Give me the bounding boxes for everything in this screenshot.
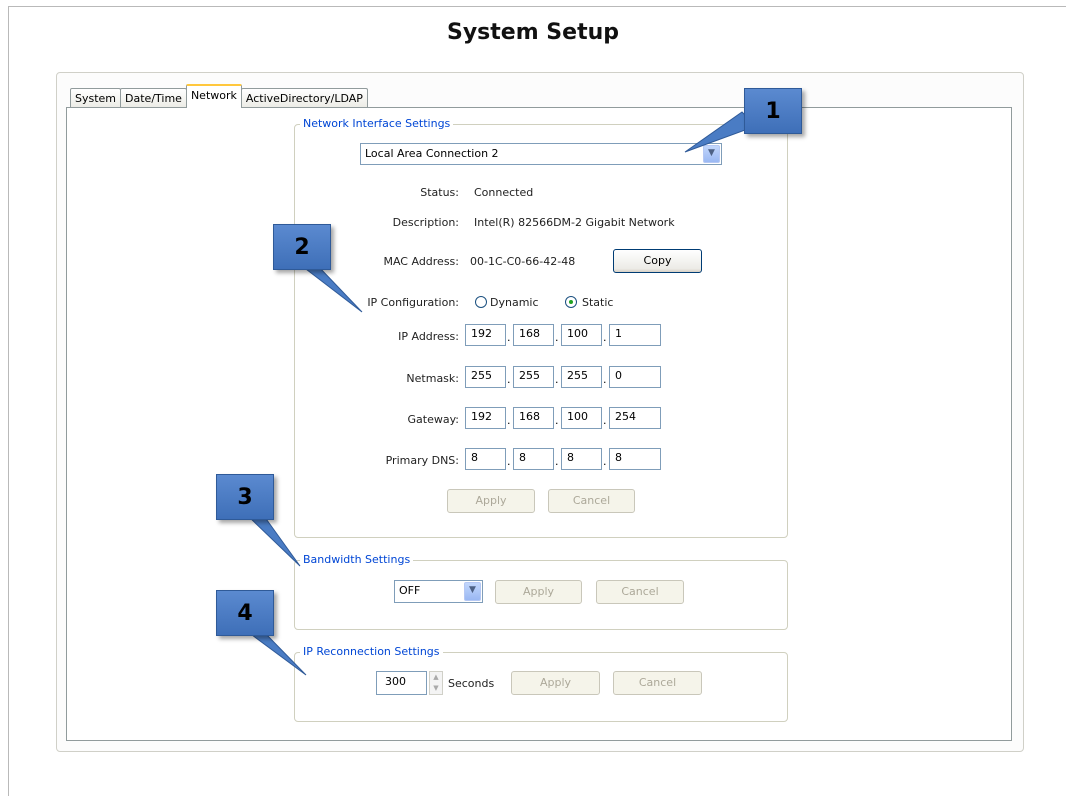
ip-address-label: IP Address: [398,330,459,343]
tab-active-directory-ldap[interactable]: ActiveDirectory/LDAP [240,88,368,108]
octet-separator: . [507,331,511,344]
bandwidth-select-value: OFF [399,584,421,597]
bandwidth-cancel-button[interactable]: Cancel [596,580,684,604]
reconnect-apply-button[interactable]: Apply [511,671,600,695]
status-value: Connected [474,186,534,199]
octet-separator: . [603,331,607,344]
octet-separator: . [555,373,559,386]
octet-separator: . [507,414,511,427]
octet-separator: . [507,455,511,468]
gateway-octet-2[interactable]: 168 [513,407,554,429]
static-radio[interactable] [565,296,577,308]
bandwidth-apply-button[interactable]: Apply [495,580,582,604]
network-interface-legend: Network Interface Settings [300,117,454,130]
reconnect-seconds-input[interactable]: 300 [376,671,427,695]
callout-2: 2 [273,224,331,270]
interface-select-value: Local Area Connection 2 [365,147,499,160]
octet-separator: . [603,373,607,386]
gateway-octet-1[interactable]: 192 [465,407,506,429]
spin-up-icon[interactable]: ▲ [430,672,442,683]
dns-octet-3[interactable]: 8 [561,448,602,470]
tab-bar: System Date/Time Network ActiveDirectory… [70,84,368,108]
callout-3: 3 [216,474,274,520]
netmask-octet-3[interactable]: 255 [561,366,602,388]
interface-select[interactable]: Local Area Connection 2 ▼ [360,143,722,165]
bandwidth-legend: Bandwidth Settings [300,553,414,566]
ip-octet-3[interactable]: 100 [561,324,602,346]
octet-separator: . [507,373,511,386]
primary-dns-label: Primary DNS: [385,454,459,467]
octet-separator: . [555,331,559,344]
chevron-down-icon[interactable]: ▼ [703,145,720,163]
network-cancel-button[interactable]: Cancel [548,489,635,513]
dns-octet-4[interactable]: 8 [609,448,661,470]
callout-1: 1 [744,88,802,134]
status-label: Status: [420,186,459,199]
octet-separator: . [603,414,607,427]
gateway-label: Gateway: [407,413,460,426]
gateway-octet-4[interactable]: 254 [609,407,661,429]
netmask-octet-1[interactable]: 255 [465,366,506,388]
ip-octet-1[interactable]: 192 [465,324,506,346]
octet-separator: . [555,414,559,427]
netmask-octet-2[interactable]: 255 [513,366,554,388]
octet-separator: . [603,455,607,468]
description-label: Description: [392,216,459,229]
mac-address-label: MAC Address: [383,255,459,268]
page-title: System Setup [447,20,619,45]
ip-reconnection-legend: IP Reconnection Settings [300,645,443,658]
chevron-down-icon[interactable]: ▼ [464,582,481,601]
tab-system[interactable]: System [70,88,122,108]
netmask-label: Netmask: [406,372,459,385]
netmask-octet-4[interactable]: 0 [609,366,661,388]
reconnect-spinner[interactable]: ▲ ▼ [429,671,443,695]
gateway-octet-3[interactable]: 100 [561,407,602,429]
dynamic-radio-label[interactable]: Dynamic [490,296,539,309]
dynamic-radio[interactable] [475,296,487,308]
seconds-label: Seconds [448,677,495,690]
octet-separator: . [555,455,559,468]
dns-octet-2[interactable]: 8 [513,448,554,470]
ip-octet-4[interactable]: 1 [609,324,661,346]
ip-configuration-label: IP Configuration: [367,296,459,309]
copy-mac-button[interactable]: Copy [613,249,702,273]
network-apply-button[interactable]: Apply [447,489,535,513]
mac-address-value: 00-1C-C0-66-42-48 [470,255,576,268]
bandwidth-select[interactable]: OFF ▼ [394,580,483,603]
reconnect-cancel-button[interactable]: Cancel [613,671,702,695]
callout-4: 4 [216,590,274,636]
dns-octet-1[interactable]: 8 [465,448,506,470]
static-radio-label[interactable]: Static [582,296,613,309]
tab-date-time[interactable]: Date/Time [120,88,187,108]
ip-octet-2[interactable]: 168 [513,324,554,346]
description-value: Intel(R) 82566DM-2 Gigabit Network [474,216,675,229]
spin-down-icon[interactable]: ▼ [430,683,442,694]
tab-network[interactable]: Network [185,84,242,108]
